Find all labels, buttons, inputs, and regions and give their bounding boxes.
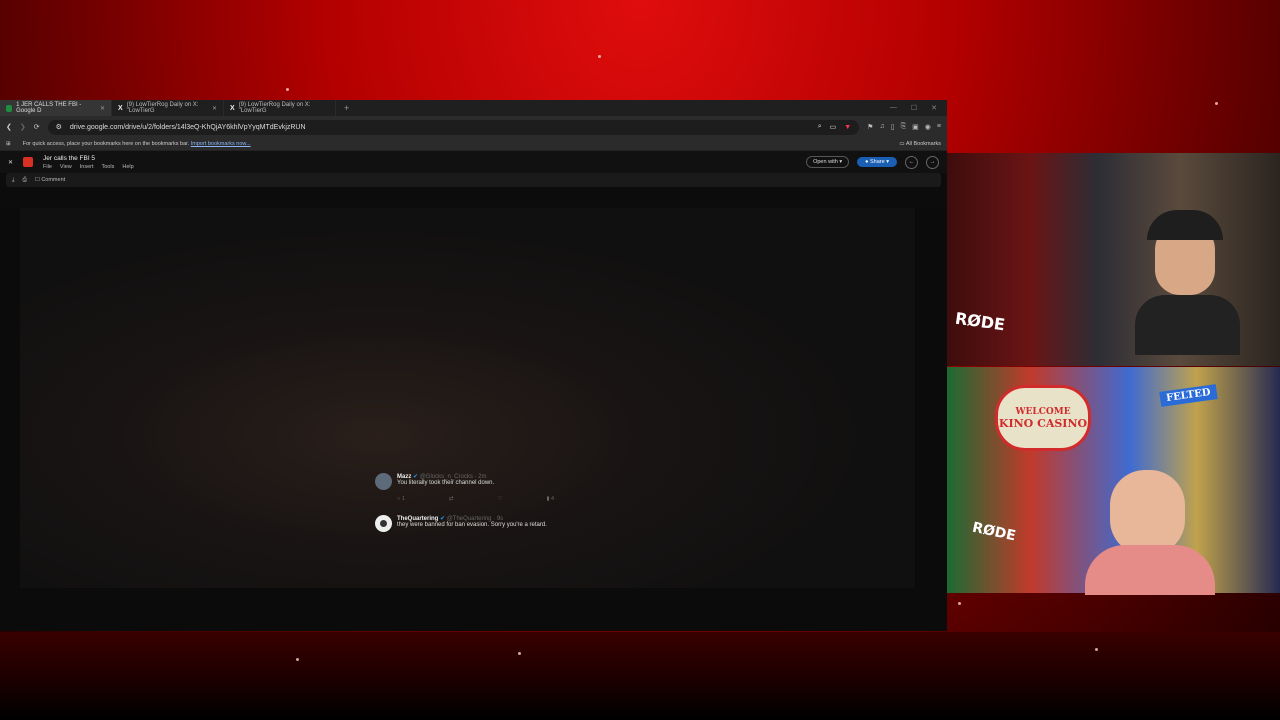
menu-insert[interactable]: Insert — [80, 164, 94, 170]
x-logo-icon: X — [118, 104, 123, 112]
sparkle — [518, 652, 521, 655]
extension-icon[interactable]: ⚑ — [867, 123, 873, 131]
extensions: ⚑ ♫ ▯ ⎘ ▣ ◉ ≡ — [867, 123, 941, 131]
maximize-icon[interactable]: ☐ — [911, 104, 917, 112]
streamer-top — [1125, 210, 1245, 355]
address-bar: ❮ ❯ ⟳ ⚙ drive.google.com/drive/u/2/folde… — [0, 116, 947, 138]
casino-sign: WELCOME KINO CASINO — [995, 385, 1091, 451]
sparkle — [598, 55, 601, 58]
video-file-icon — [23, 157, 34, 167]
import-bookmarks-link[interactable]: Import bookmarks now... — [191, 141, 251, 147]
video-viewer[interactable]: Mazz ✔ @Glocks_n_Crocks · 2m You literal… — [0, 208, 947, 631]
back-icon[interactable]: ❮ — [6, 123, 12, 131]
wallet-icon[interactable]: ▣ — [912, 123, 919, 131]
profile-icon[interactable]: ◉ — [925, 123, 931, 131]
window-controls: — ☐ ✕ — [890, 104, 947, 112]
menu-help[interactable]: Help — [122, 164, 133, 170]
all-bookmarks-button[interactable]: ▭ All Bookmarks — [899, 141, 941, 147]
tweet-thequartering[interactable]: TheQuartering ✔ @TheQuartering · 9s they… — [375, 515, 547, 532]
bookmarks-bar: ⊞ For quick access, place your bookmarks… — [0, 138, 947, 151]
sparkle — [286, 88, 289, 91]
tab-label: 1 JER CALLS THE FBI - Google D — [16, 102, 82, 114]
open-with-label: Open with — [813, 159, 838, 165]
sparkle — [1095, 648, 1098, 651]
new-tab-button[interactable]: + — [336, 103, 357, 113]
print-icon[interactable]: ⎙ — [22, 177, 26, 184]
views-icon[interactable]: ▮ 4 — [546, 496, 554, 502]
tab-x-2[interactable]: X (9) LowTierRog Daily on X: "LowTierG — [224, 100, 336, 116]
reply-count: 1 — [401, 496, 405, 502]
tweet-mazz[interactable]: Mazz ✔ @Glocks_n_Crocks · 2m You literal… — [375, 473, 554, 502]
google-drive-icon — [6, 104, 13, 112]
tweet-text: they were banned for ban evasion. Sorry … — [397, 522, 547, 528]
zoom-icon[interactable]: ⌕ — [818, 123, 822, 131]
menu-file[interactable]: File — [43, 164, 52, 170]
open-with-button[interactable]: Open with ▾ — [806, 156, 850, 168]
view-count: 4 — [551, 496, 555, 502]
apps-icon[interactable]: ⊞ — [6, 141, 11, 147]
bottom-backdrop — [0, 632, 1280, 720]
like-icon[interactable]: ♡ — [498, 496, 503, 502]
site-info-icon[interactable]: ⚙ — [56, 123, 62, 131]
sparkle — [958, 602, 961, 605]
close-icon[interactable]: ✕ — [100, 105, 105, 112]
share-label: Share — [870, 159, 885, 165]
tweet-text: You literally took their channel down. — [397, 480, 495, 486]
sign-casino: KINO CASINO — [998, 416, 1088, 430]
viewer-toolbar: ⤓ ⎙ ☐ Comment — [6, 173, 941, 187]
omnibox[interactable]: ⚙ drive.google.com/drive/u/2/folders/14l… — [47, 119, 860, 135]
sign-welcome: WELCOME — [1015, 406, 1071, 417]
doc-menu: File View Insert Tools Help — [43, 164, 134, 170]
bookmarks-hint: For quick access, place your bookmarks h… — [22, 141, 190, 147]
close-window-icon[interactable]: ✕ — [931, 104, 937, 112]
url-text[interactable]: drive.google.com/drive/u/2/folders/14l3e… — [70, 124, 810, 131]
avatar[interactable] — [375, 515, 392, 532]
menu-icon[interactable]: ≡ — [937, 123, 941, 131]
music-icon[interactable]: ♫ — [879, 123, 884, 131]
close-viewer-icon[interactable]: ✕ — [8, 159, 13, 166]
previous-icon[interactable]: ← — [905, 155, 918, 169]
menu-view[interactable]: View — [60, 164, 72, 170]
reload-icon[interactable]: ⟳ — [34, 123, 40, 131]
sparkle — [296, 658, 299, 661]
brave-shield-icon[interactable]: ▼ — [844, 124, 851, 131]
next-icon[interactable]: → — [926, 155, 939, 169]
comment-label: Comment — [41, 177, 66, 183]
downloads-icon[interactable]: ⎘ — [901, 123, 907, 131]
download-icon[interactable]: ⤓ — [12, 177, 14, 184]
minimize-icon[interactable]: — — [890, 104, 897, 112]
doc-header: ✕ Jer calls the FBI 5 File View Insert T… — [0, 151, 947, 173]
doc-title: Jer calls the FBI 5 — [43, 154, 96, 162]
sidebar-icon[interactable]: ▯ — [891, 123, 895, 131]
menu-tools[interactable]: Tools — [102, 164, 115, 170]
avatar[interactable] — [375, 473, 392, 490]
sparkle — [1215, 102, 1218, 105]
browser-window: 1 JER CALLS THE FBI - Google D ✕ X (9) L… — [0, 100, 947, 631]
forward-icon[interactable]: ❯ — [20, 123, 26, 131]
retweet-icon[interactable]: ⇄ — [449, 496, 454, 502]
streamer-bottom — [1080, 470, 1220, 595]
tab-label: (9) LowTierRog Daily on X: "LowTierG — [238, 102, 311, 114]
tweet-actions: ○ 1 ⇄ ♡ ▮ 4 — [397, 496, 554, 502]
tab-label: (9) LowTierRog Daily on X: "LowTierG — [126, 102, 199, 114]
all-bookmarks-label: All Bookmarks — [905, 141, 941, 147]
x-logo-icon: X — [230, 104, 235, 112]
share-button[interactable]: ● Share ▾ — [857, 157, 897, 167]
tab-strip: 1 JER CALLS THE FBI - Google D ✕ X (9) L… — [0, 100, 947, 116]
tab-x-1[interactable]: X (9) LowTierRog Daily on X: "LowTierG ✕ — [112, 100, 224, 116]
install-icon[interactable]: ▭ — [830, 123, 837, 131]
tab-google-drive[interactable]: 1 JER CALLS THE FBI - Google D ✕ — [0, 100, 112, 116]
comment-button[interactable]: ☐ Comment — [35, 177, 65, 183]
reply-icon[interactable]: ○ 1 — [397, 496, 405, 502]
close-icon[interactable]: ✕ — [212, 105, 217, 112]
